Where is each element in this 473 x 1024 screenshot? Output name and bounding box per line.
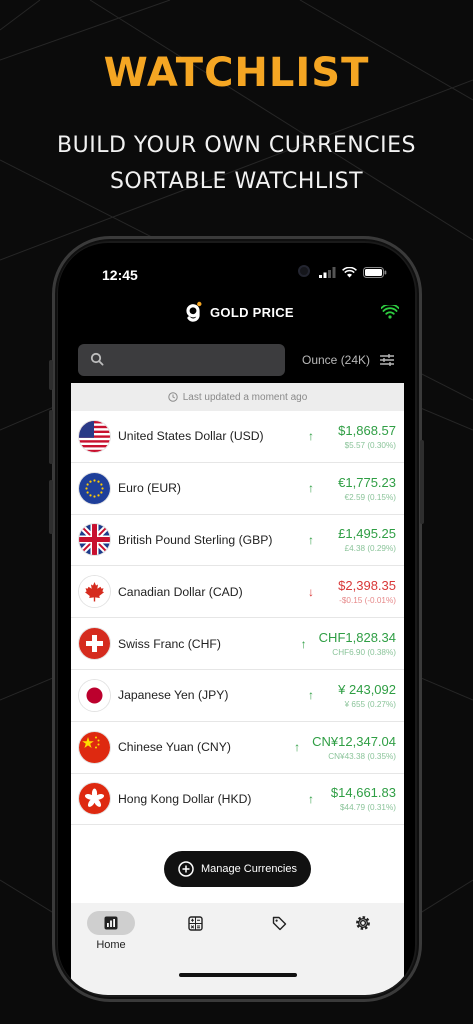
home-indicator [179, 973, 297, 977]
currency-row-gbp[interactable]: British Pound Sterling (GBP) ↑ £1,495.25… [71, 515, 404, 567]
currency-row-eur[interactable]: Euro (EUR) ↑ €1,775.23 €2.59 (0.15%) [71, 463, 404, 515]
tab-home-label: Home [96, 939, 126, 951]
unit-selector[interactable]: Ounce (24K) [302, 344, 395, 376]
hk-flag-icon [79, 783, 110, 815]
currency-row-jpy[interactable]: Japanese Yen (JPY) ↑ ¥ 243,092 ¥ 655 (0.2… [71, 670, 404, 722]
currency-price: CHF1,828.34 [318, 630, 396, 646]
app-header: GOLD PRICE [58, 295, 415, 339]
gb-flag-icon [79, 524, 110, 556]
currency-row-cad[interactable]: Canadian Dollar (CAD) ↓ $2,398.35 -$0.15 … [71, 566, 404, 619]
search-box[interactable] [78, 344, 285, 376]
dynamic-island [218, 256, 318, 286]
search-input[interactable] [112, 344, 277, 376]
wifi-status-icon [342, 267, 357, 278]
currency-row-cny[interactable]: Chinese Yuan (CNY) ↑ CN¥12,347.04 CN¥43.3… [71, 722, 404, 774]
currency-row-hkd[interactable]: Hong Kong Dollar (HKD) ↑ $14,661.83 $44.7… [71, 774, 404, 826]
currency-price: $2,398.35 [338, 578, 396, 594]
manage-currencies-button[interactable]: Manage Currencies [164, 851, 311, 887]
currency-row-chf[interactable]: Swiss Franc (CHF) ↑ CHF1,828.34 CHF6.90 (… [71, 618, 404, 670]
chart-icon [104, 916, 118, 930]
phone-volume-down [49, 480, 53, 534]
arrow-up-icon: ↑ [308, 791, 314, 806]
arrow-up-icon: ↑ [308, 688, 314, 703]
watchlist[interactable]: Last updated a moment ago United States … [71, 383, 404, 903]
search-row: Ounce (24K) [78, 344, 398, 376]
sliders-icon [380, 354, 395, 366]
currency-change: $44.79 (0.31%) [340, 803, 396, 813]
signal-icon [319, 267, 336, 278]
promo-subtitle-line-1: BUILD YOUR OWN CURRENCIES [57, 133, 416, 158]
app-logo: GOLD PRICE [186, 301, 294, 323]
phone-screen: 12:45 GOLD PRICE Ounce (24K) Last update… [58, 243, 415, 995]
manage-currencies-label: Manage Currencies [201, 863, 297, 875]
tab-calculator[interactable] [165, 911, 225, 935]
currency-price: ¥ 243,092 [338, 681, 396, 697]
currency-price: €1,775.23 [338, 474, 396, 490]
phone-silent-switch [49, 360, 53, 390]
tag-icon [272, 916, 286, 930]
arrow-down-icon: ↓ [308, 584, 314, 599]
arrow-up-icon: ↑ [308, 429, 314, 444]
currency-change: £4.38 (0.29%) [344, 544, 396, 554]
arrow-up-icon: ↑ [294, 740, 301, 755]
last-updated-text: Last updated a moment ago [182, 391, 308, 403]
promo-subtitle: BUILD YOUR OWN CURRENCIES SORTABLE WATCH… [0, 128, 473, 200]
ch-flag-icon [79, 628, 110, 660]
clock-icon [168, 392, 178, 402]
currency-change: CHF6.90 (0.38%) [332, 648, 396, 658]
ca-flag-icon [79, 576, 110, 608]
currency-change: CN¥43.38 (0.35%) [328, 751, 396, 761]
eu-flag-icon [79, 472, 110, 504]
currency-row-usd[interactable]: United States Dollar (USD) ↑ $1,868.57 $5… [71, 411, 404, 463]
promo-title: WATCHLIST [103, 50, 370, 96]
currency-price: $14,661.83 [330, 785, 396, 801]
currency-name: Swiss Franc (CHF) [118, 636, 221, 651]
jp-flag-icon [79, 679, 110, 711]
gear-icon [356, 916, 370, 930]
currency-price: CN¥12,347.04 [312, 733, 396, 749]
wifi-icon[interactable] [381, 305, 399, 319]
us-flag-icon [79, 420, 110, 452]
currency-change: ¥ 655 (0.27%) [344, 699, 396, 709]
camera-icon [298, 265, 310, 277]
arrow-up-icon: ↑ [308, 481, 314, 496]
tab-tags[interactable] [249, 911, 309, 935]
last-updated-bar: Last updated a moment ago [71, 383, 404, 411]
currency-name: Chinese Yuan (CNY) [118, 740, 231, 755]
tab-home[interactable]: Home [81, 911, 141, 951]
calculator-icon [187, 915, 203, 931]
arrow-up-icon: ↑ [308, 532, 314, 547]
currency-name: Hong Kong Dollar (HKD) [118, 791, 252, 806]
search-icon [90, 352, 104, 366]
unit-label: Ounce (24K) [302, 353, 371, 367]
currency-name: Euro (EUR) [118, 481, 181, 496]
tab-bar: Home [71, 903, 404, 995]
currency-change: -$0.15 (-0.01%) [339, 596, 396, 606]
status-time: 12:45 [102, 267, 138, 283]
tab-settings[interactable] [333, 911, 393, 935]
currency-change: €2.59 (0.15%) [344, 492, 396, 502]
plus-circle-icon [178, 861, 194, 877]
logo-g-icon [186, 301, 202, 322]
phone-volume-up [49, 410, 53, 464]
currency-name: Canadian Dollar (CAD) [118, 584, 243, 599]
promo-subtitle-line-2: SORTABLE WATCHLIST [109, 169, 364, 194]
battery-icon [363, 267, 387, 278]
currency-price: £1,495.25 [338, 526, 396, 542]
currency-name: United States Dollar (USD) [118, 429, 264, 444]
currency-name: British Pound Sterling (GBP) [118, 532, 273, 547]
arrow-up-icon: ↑ [300, 636, 307, 651]
currency-name: Japanese Yen (JPY) [118, 688, 229, 703]
app-name: GOLD PRICE [210, 304, 294, 320]
phone-power-button [420, 440, 424, 524]
currency-price: $1,868.57 [338, 422, 396, 438]
currency-change: $5.57 (0.30%) [344, 440, 396, 450]
status-icons [319, 267, 387, 278]
cn-flag-icon [79, 731, 110, 763]
